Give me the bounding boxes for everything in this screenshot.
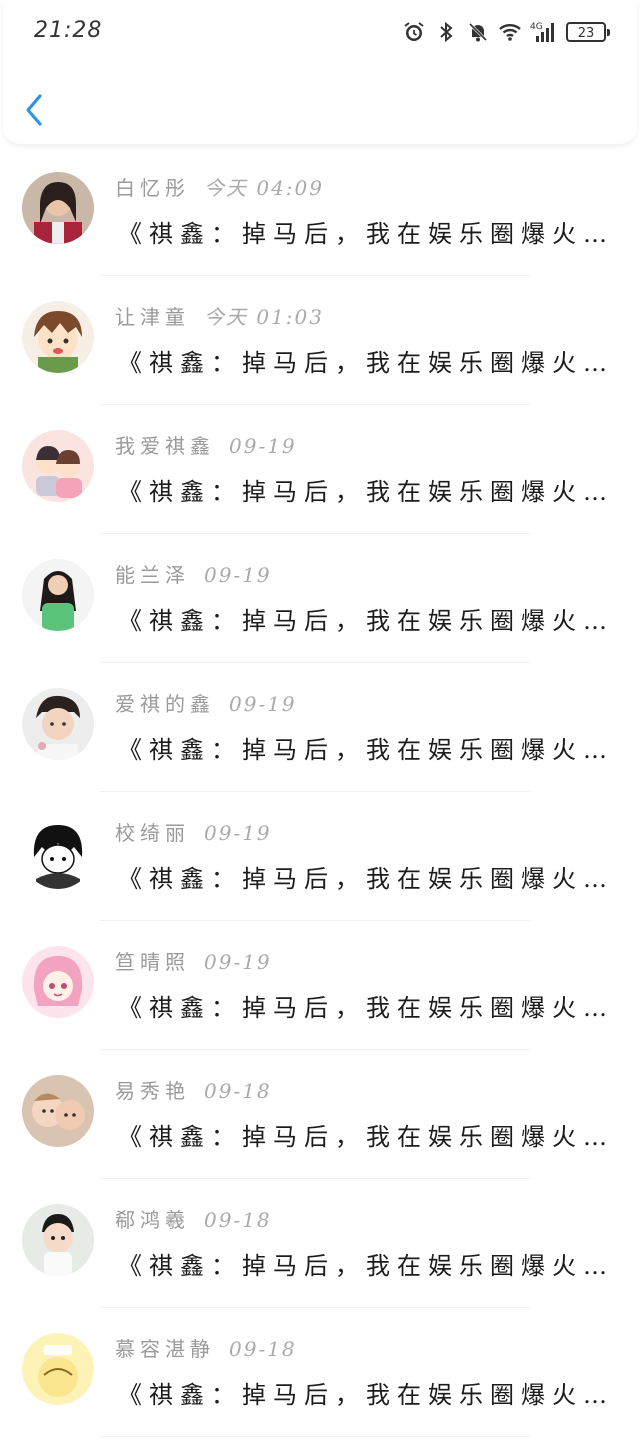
comment-time: 今天 04:09 [204, 176, 324, 200]
alarm-icon [404, 22, 424, 41]
divider [100, 1436, 530, 1437]
comment-meta: 慕容湛静 09-18 [115, 1333, 297, 1362]
comment-text[interactable]: 《祺鑫：掉马后，我在娱乐圈爆火… [118, 730, 618, 765]
comment-item[interactable]: 我爱祺鑫 09-19 《祺鑫：掉马后，我在娱乐圈爆火… [0, 408, 640, 537]
comment-item[interactable]: 郗鸿羲 09-18 《祺鑫：掉马后，我在娱乐圈爆火… [0, 1182, 640, 1311]
comment-item[interactable]: 慕容湛静 09-18 《祺鑫：掉马后，我在娱乐圈爆火… [0, 1311, 640, 1440]
comment-meta: 爱祺的鑫 09-19 [115, 688, 297, 717]
comment-text[interactable]: 《祺鑫：掉马后，我在娱乐圈爆火… [118, 1246, 618, 1281]
comment-time: 09-18 [204, 1079, 272, 1103]
comment-text[interactable]: 《祺鑫：掉马后，我在娱乐圈爆火… [118, 214, 618, 249]
comment-item[interactable]: 让津童 今天 01:03 《祺鑫：掉马后，我在娱乐圈爆火… [0, 279, 640, 408]
comment-meta: 校绮丽 09-19 [115, 817, 272, 846]
divider [100, 275, 530, 276]
comment-text[interactable]: 《祺鑫：掉马后，我在娱乐圈爆火… [118, 1117, 618, 1152]
status-time: 21:28 [34, 18, 103, 43]
comment-time: 今天 01:03 [204, 305, 324, 329]
back-button[interactable] [20, 90, 50, 130]
commenter-name[interactable]: 易秀艳 [115, 1079, 190, 1103]
divider [100, 533, 530, 534]
bluetooth-icon [440, 21, 453, 43]
comment-meta: 能兰泽 09-19 [115, 559, 272, 588]
comment-time: 09-18 [204, 1208, 272, 1232]
mute-bell-icon [468, 22, 488, 42]
commenter-name[interactable]: 我爱祺鑫 [115, 434, 215, 458]
comment-text[interactable]: 《祺鑫：掉马后，我在娱乐圈爆火… [118, 472, 618, 507]
comment-time: 09-19 [229, 692, 297, 716]
status-icons: 4G 23 [402, 18, 610, 46]
comment-item[interactable]: 易秀艳 09-18 《祺鑫：掉马后，我在娱乐圈爆火… [0, 1053, 640, 1182]
chevron-left-icon [26, 94, 42, 126]
comment-text[interactable]: 《祺鑫：掉马后，我在娱乐圈爆火… [118, 601, 618, 636]
comment-item[interactable]: 笪晴照 09-19 《祺鑫：掉马后，我在娱乐圈爆火… [0, 924, 640, 1053]
signal-4g-icon: 4G [530, 22, 554, 42]
comment-list: 白忆彤 今天 04:09 《祺鑫：掉马后，我在娱乐圈爆火… 让津童 今天 01:03 《祺… [0, 150, 640, 1440]
avatar[interactable] [22, 1333, 94, 1405]
commenter-name[interactable]: 慕容湛静 [115, 1337, 215, 1361]
avatar[interactable] [22, 172, 94, 244]
commenter-name[interactable]: 让津童 [115, 305, 190, 329]
divider [100, 662, 530, 663]
wifi-icon [499, 24, 521, 41]
comment-time: 09-19 [229, 434, 297, 458]
comment-item[interactable]: 校绮丽 09-19 《祺鑫：掉马后，我在娱乐圈爆火… [0, 795, 640, 924]
divider [100, 791, 530, 792]
avatar[interactable] [22, 1075, 94, 1147]
commenter-name[interactable]: 白忆彤 [115, 176, 190, 200]
battery-indicator: 23 [566, 22, 610, 42]
avatar[interactable] [22, 688, 94, 760]
avatar[interactable] [22, 946, 94, 1018]
divider [100, 404, 530, 405]
comment-time: 09-19 [204, 950, 272, 974]
svg-text:4G: 4G [530, 22, 543, 32]
comment-text[interactable]: 《祺鑫：掉马后，我在娱乐圈爆火… [118, 988, 618, 1023]
divider [100, 1307, 530, 1308]
avatar[interactable] [22, 1204, 94, 1276]
divider [100, 1178, 530, 1179]
avatar[interactable] [22, 430, 94, 502]
commenter-name[interactable]: 笪晴照 [115, 950, 190, 974]
divider [100, 920, 530, 921]
avatar[interactable] [22, 301, 94, 373]
comment-item[interactable]: 爱祺的鑫 09-19 《祺鑫：掉马后，我在娱乐圈爆火… [0, 666, 640, 795]
comment-time: 09-18 [229, 1337, 297, 1361]
comment-meta: 白忆彤 今天 04:09 [115, 172, 324, 201]
avatar[interactable] [22, 817, 94, 889]
comment-time: 09-19 [204, 563, 272, 587]
avatar[interactable] [22, 559, 94, 631]
comment-meta: 让津童 今天 01:03 [115, 301, 324, 330]
comment-text[interactable]: 《祺鑫：掉马后，我在娱乐圈爆火… [118, 859, 618, 894]
commenter-name[interactable]: 郗鸿羲 [115, 1208, 190, 1232]
comment-meta: 笪晴照 09-19 [115, 946, 272, 975]
comment-meta: 易秀艳 09-18 [115, 1075, 272, 1104]
comment-item[interactable]: 白忆彤 今天 04:09 《祺鑫：掉马后，我在娱乐圈爆火… [0, 150, 640, 279]
comment-text[interactable]: 《祺鑫：掉马后，我在娱乐圈爆火… [118, 1375, 618, 1410]
comment-time: 09-19 [204, 821, 272, 845]
comment-meta: 我爱祺鑫 09-19 [115, 430, 297, 459]
comment-item[interactable]: 能兰泽 09-19 《祺鑫：掉马后，我在娱乐圈爆火… [0, 537, 640, 666]
status-bar: 21:28 4G 23 [0, 0, 640, 64]
divider [100, 1049, 530, 1050]
commenter-name[interactable]: 能兰泽 [115, 563, 190, 587]
commenter-name[interactable]: 爱祺的鑫 [115, 692, 215, 716]
commenter-name[interactable]: 校绮丽 [115, 821, 190, 845]
comment-text[interactable]: 《祺鑫：掉马后，我在娱乐圈爆火… [118, 343, 618, 378]
comment-meta: 郗鸿羲 09-18 [115, 1204, 272, 1233]
